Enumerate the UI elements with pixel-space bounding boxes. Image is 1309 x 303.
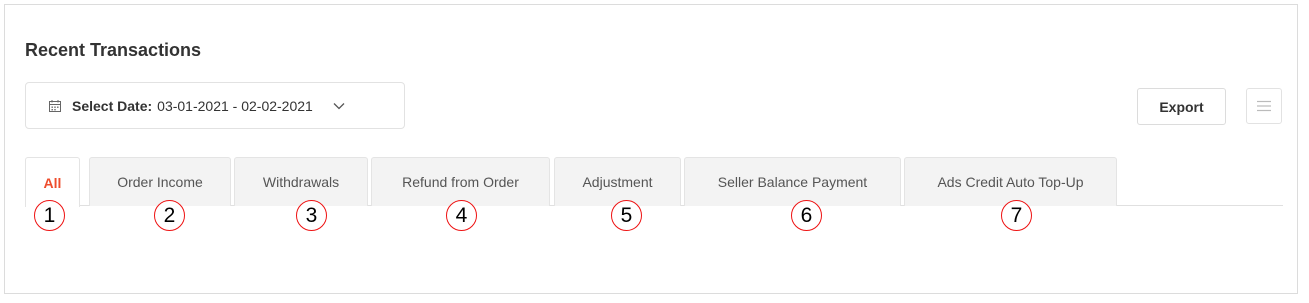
tab-label: Refund from Order (402, 174, 519, 190)
page-title: Recent Transactions (25, 40, 202, 60)
callout-marker-7: 7 (1001, 200, 1032, 231)
tab-seller-balance-payment[interactable]: Seller Balance Payment (684, 157, 901, 206)
date-range-value: 03-01-2021 - 02-02-2021 (157, 97, 313, 114)
callout-marker-2: 2 (154, 200, 185, 231)
callout-marker-4: 4 (446, 200, 477, 231)
chevron-down-icon[interactable] (333, 102, 345, 110)
tab-order-income[interactable]: Order Income (89, 157, 231, 206)
calendar-icon (48, 99, 62, 113)
tab-label: Adjustment (582, 174, 653, 190)
tab-withdrawals[interactable]: Withdrawals (234, 157, 368, 206)
date-picker-label: Select Date: (72, 97, 153, 114)
callout-marker-5: 5 (611, 200, 642, 231)
menu-icon (1257, 100, 1271, 112)
export-button[interactable]: Export (1137, 88, 1226, 125)
tab-label: Order Income (117, 174, 203, 190)
menu-button[interactable] (1246, 88, 1282, 124)
callout-marker-6: 6 (791, 200, 822, 231)
tab-refund-from-order[interactable]: Refund from Order (371, 157, 550, 206)
tab-ads-credit-auto-top-up[interactable]: Ads Credit Auto Top-Up (904, 157, 1117, 206)
tab-label: Ads Credit Auto Top-Up (937, 174, 1084, 190)
tab-label: Withdrawals (262, 174, 340, 190)
callout-marker-1: 1 (34, 200, 65, 231)
tab-label: Seller Balance Payment (717, 174, 868, 190)
date-range-picker[interactable]: Select Date: 03-01-2021 - 02-02-2021 (25, 82, 405, 129)
tab-label: All (43, 174, 62, 191)
callout-marker-3: 3 (296, 200, 327, 231)
tab-adjustment[interactable]: Adjustment (554, 157, 681, 206)
